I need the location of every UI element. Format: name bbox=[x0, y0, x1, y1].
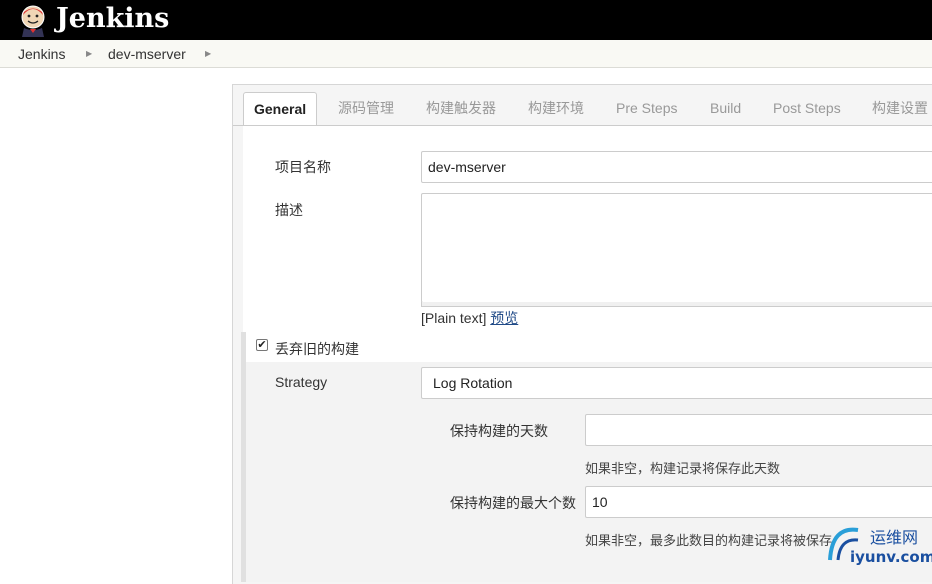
breadcrumb-project[interactable]: dev-mserver bbox=[108, 40, 186, 68]
days-to-keep-input[interactable] bbox=[585, 414, 932, 446]
watermark-en: iyunv.com bbox=[850, 548, 932, 566]
tab-build-settings[interactable]: 构建设置 bbox=[862, 92, 932, 126]
project-name-input[interactable]: dev-mserver bbox=[421, 151, 932, 183]
textarea-resize-handle[interactable] bbox=[421, 302, 932, 307]
tab-triggers[interactable]: 构建触发器 bbox=[416, 92, 506, 126]
days-to-keep-label: 保持构建的天数 bbox=[450, 423, 548, 439]
markup-format-hint: [Plain text] 预览 bbox=[421, 308, 518, 328]
tab-post-steps[interactable]: Post Steps bbox=[763, 92, 851, 126]
days-to-keep-help: 如果非空，构建记录将保存此天数 bbox=[585, 461, 781, 476]
config-tabs: General 源码管理 构建触发器 构建环境 Pre Steps Build … bbox=[233, 84, 932, 126]
description-textarea[interactable] bbox=[421, 193, 932, 303]
tab-general[interactable]: General bbox=[243, 92, 318, 126]
jenkins-butler-icon[interactable] bbox=[16, 3, 50, 37]
breadcrumb-arrow-icon[interactable]: ▶ bbox=[205, 40, 211, 68]
preview-link[interactable]: 预览 bbox=[490, 310, 518, 326]
discard-old-checkbox[interactable]: ✔ bbox=[256, 339, 268, 351]
watermark-cn: 运维网 bbox=[870, 528, 919, 547]
breadcrumb: Jenkins ▶ dev-mserver ▶ bbox=[0, 40, 932, 68]
max-builds-input[interactable]: 10 bbox=[585, 486, 932, 518]
strategy-label: Strategy bbox=[275, 374, 328, 390]
project-name-label: 项目名称 bbox=[275, 159, 331, 175]
discard-old-label: 丢弃旧的构建 bbox=[275, 341, 359, 357]
description-label: 描述 bbox=[275, 202, 303, 218]
tab-pre-steps[interactable]: Pre Steps bbox=[606, 92, 687, 126]
plain-text-label: [Plain text] bbox=[421, 310, 487, 326]
tab-build-env[interactable]: 构建环境 bbox=[518, 92, 594, 126]
top-bar: Jenkins bbox=[0, 0, 932, 40]
watermark: 运维网 iyunv.com bbox=[826, 518, 932, 572]
brand-title[interactable]: Jenkins bbox=[56, 2, 169, 36]
breadcrumb-arrow-icon[interactable]: ▶ bbox=[86, 40, 92, 68]
max-builds-help: 如果非空，最多此数目的构建记录将被保存 bbox=[585, 533, 833, 548]
max-builds-label: 保持构建的最大个数 bbox=[450, 495, 576, 511]
tab-build[interactable]: Build bbox=[700, 92, 751, 126]
tab-scm[interactable]: 源码管理 bbox=[328, 92, 404, 126]
breadcrumb-jenkins[interactable]: Jenkins bbox=[18, 40, 65, 68]
strategy-select[interactable]: Log Rotation bbox=[421, 367, 932, 399]
